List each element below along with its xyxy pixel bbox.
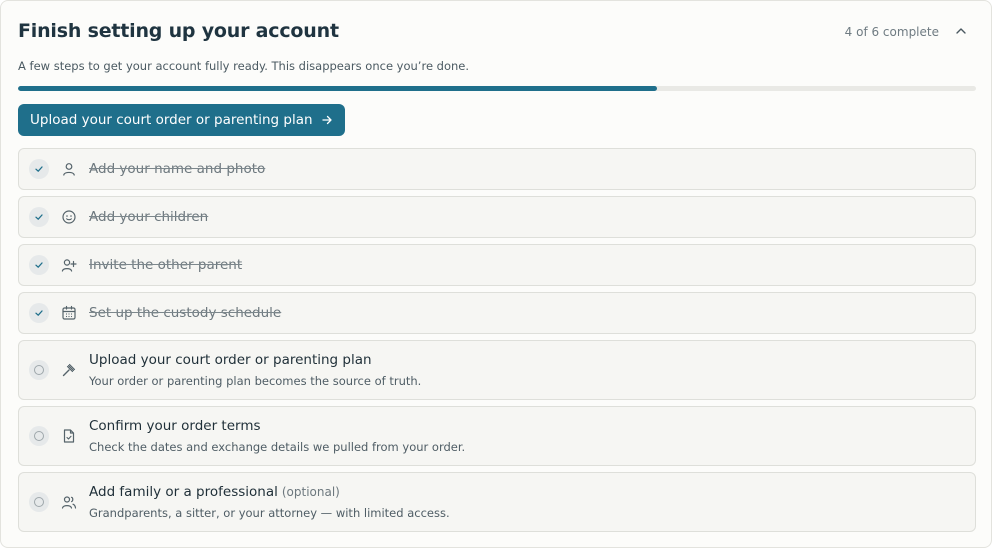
optional-tag: (optional)	[281, 485, 340, 499]
step-label-text: Add family or a professional	[89, 484, 278, 500]
check-icon	[29, 159, 49, 179]
progress-count: 4 of 6 complete	[844, 25, 939, 39]
progress-bar	[18, 86, 976, 91]
step-add-family-professional[interactable]: Add family or a professional (optional) G…	[18, 472, 976, 532]
step-confirm-order-terms[interactable]: Confirm your order terms Check the dates…	[18, 406, 976, 466]
users-icon	[61, 494, 77, 510]
circle-icon	[29, 492, 49, 512]
smile-icon	[61, 209, 77, 225]
gavel-icon	[61, 362, 77, 378]
arrow-right-icon	[321, 114, 333, 126]
user-icon	[61, 161, 77, 177]
step-description: Your order or parenting plan becomes the…	[89, 374, 422, 388]
card-title: Finish setting up your account	[18, 20, 339, 42]
file-check-icon	[61, 428, 77, 444]
step-add-name-photo[interactable]: Add your name and photo	[18, 148, 976, 190]
step-label: Invite the other parent	[89, 257, 243, 273]
step-label: Add your children	[89, 209, 209, 225]
calendar-icon	[61, 305, 77, 321]
step-label: Add your name and photo	[89, 161, 266, 177]
cta-label: Upload your court order or parenting pla…	[30, 112, 313, 128]
step-invite-other-parent[interactable]: Invite the other parent	[18, 244, 976, 286]
step-label: Add family or a professional (optional)	[89, 484, 340, 500]
step-description: Grandparents, a sitter, or your attorney…	[89, 506, 450, 520]
check-icon	[29, 303, 49, 323]
user-plus-icon	[61, 257, 77, 273]
check-icon	[29, 255, 49, 275]
step-custody-schedule[interactable]: Set up the custody schedule	[18, 292, 976, 334]
chevron-up-icon[interactable]	[953, 23, 969, 39]
circle-icon	[29, 360, 49, 380]
step-label: Set up the custody schedule	[89, 305, 282, 321]
upload-court-order-button[interactable]: Upload your court order or parenting pla…	[18, 104, 345, 136]
setup-checklist-card: Finish setting up your account 4 of 6 co…	[0, 0, 992, 548]
step-list: Add your name and photo Add your childre…	[18, 148, 976, 538]
progress-bar-fill	[18, 86, 657, 91]
circle-icon	[29, 426, 49, 446]
step-label: Upload your court order or parenting pla…	[89, 352, 372, 368]
step-upload-court-order[interactable]: Upload your court order or parenting pla…	[18, 340, 976, 400]
step-label: Confirm your order terms	[89, 418, 261, 434]
check-icon	[29, 207, 49, 227]
step-description: Check the dates and exchange details we …	[89, 440, 466, 454]
step-add-children[interactable]: Add your children	[18, 196, 976, 238]
card-subtitle: A few steps to get your account fully re…	[18, 59, 470, 73]
